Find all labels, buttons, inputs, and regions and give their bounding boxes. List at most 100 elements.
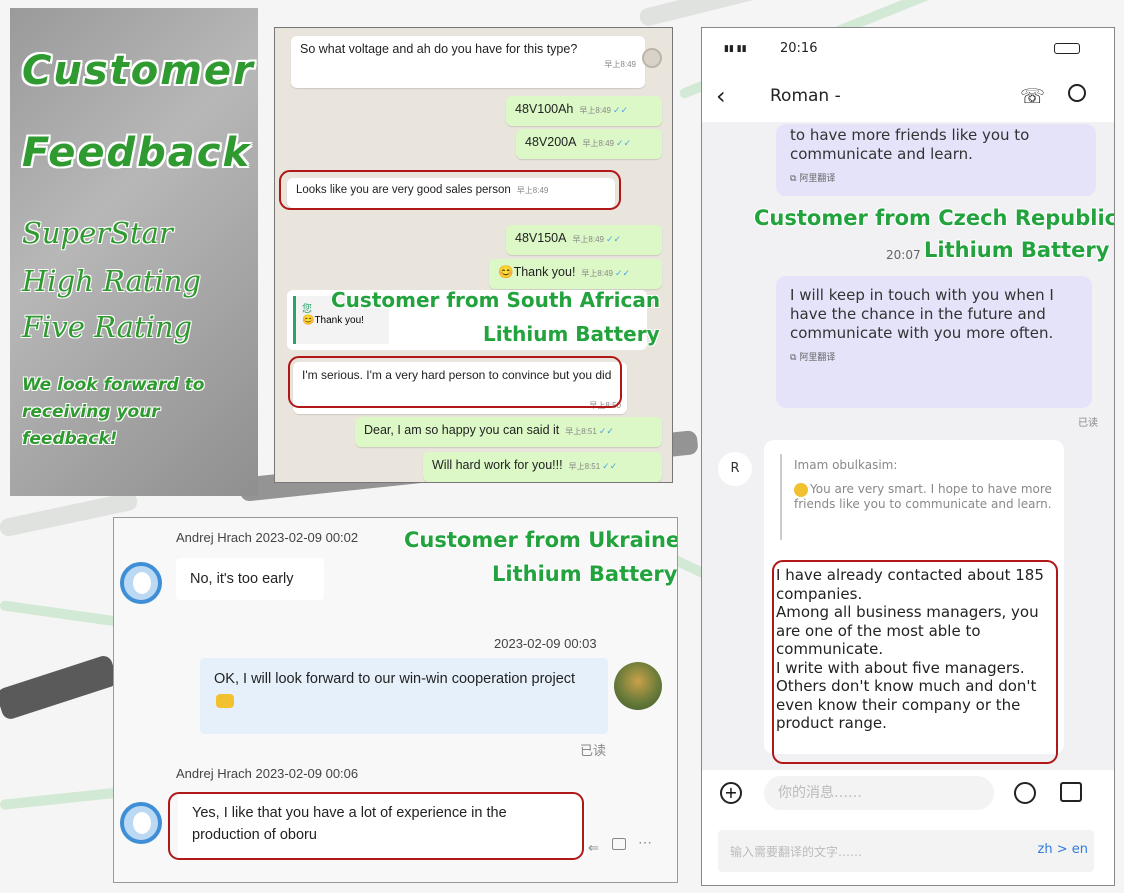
wa-message-in-1: So what voltage and ah do you have for t… (291, 36, 645, 88)
wa-message-time: 早上8:49 (581, 269, 613, 278)
message-text: OK, I will look forward to our win-win c… (214, 671, 576, 687)
translation-tag: ⧉ 阿里翻译 (790, 349, 1078, 368)
message-in-1: No, it's too early (176, 558, 324, 600)
caption-ukraine-line1: Customer from Ukraine (404, 528, 678, 552)
highlight-box (288, 356, 622, 408)
message-timestamp: 20:07 (886, 248, 921, 262)
phone-chat-panel: ▮▮ ▮▮ 20:16 ‹ Roman - ☏ to have more fri… (701, 27, 1115, 886)
wa-message-out-3: 48V200A 早上8:49 ✓✓ (516, 129, 662, 159)
promo-rating-3: Five Rating (22, 310, 193, 344)
smile-emoji-icon: 😊 (498, 265, 514, 279)
wa-message-time: 早上8:49 (579, 106, 611, 115)
quote-name: Imam obulkasim: (794, 458, 898, 472)
message-out-1: to have more friends like you to communi… (776, 124, 1096, 196)
reply-icon[interactable]: ⇐ (588, 840, 599, 856)
caption-south-africa-line1: Customer from South African (331, 288, 661, 312)
ukraine-chat-panel: Andrej Hrach 2023-02-09 00:02 Customer f… (113, 517, 678, 883)
status-time: 20:16 (780, 41, 818, 56)
wa-message-time: 早上8:49 (604, 60, 636, 69)
image-icon[interactable] (1060, 782, 1082, 802)
wa-message-out-6: 😊Thank you! 早上8:49 ✓✓ (489, 259, 662, 289)
wa-message-time: 早上8:51 (565, 427, 597, 436)
message-input[interactable]: 你的消息…… (764, 776, 994, 810)
promo-title-line1: Customer (22, 48, 255, 94)
wa-message-time: 早上8:49 (582, 139, 615, 148)
caption-south-africa-line2: Lithium Battery (483, 322, 660, 346)
promo-tagline-line2: receiving your (22, 402, 160, 422)
wa-message-text: 48V100Ah (515, 102, 574, 116)
chat-header: ‹ Roman - ☏ (702, 72, 1114, 122)
wa-message-time: 早上8:51 (568, 462, 601, 471)
read-ticks-icon: ✓✓ (606, 234, 622, 244)
profile-settings-icon[interactable] (1068, 84, 1086, 102)
more-options-icon[interactable]: ⋯ (638, 834, 652, 851)
caption-ukraine-line2: Lithium Battery (492, 562, 678, 586)
call-icon[interactable]: ☏ (1020, 84, 1045, 108)
add-icon[interactable]: + (720, 782, 742, 804)
message-text: I will keep in touch with you when I hav… (790, 286, 1054, 342)
wa-message-time: 早上8:49 (572, 235, 605, 244)
message-out-2: I will keep in touch with you when I hav… (776, 276, 1092, 408)
read-ticks-icon: ✓✓ (615, 268, 631, 278)
read-ticks-icon: ✓✓ (616, 138, 632, 148)
wa-message-out-5: 48V150A 早上8:49 ✓✓ (506, 225, 662, 255)
message-out-2: OK, I will look forward to our win-win c… (200, 658, 608, 734)
translate-input-bar[interactable]: 输入需要翻译的文字…… zh > en (718, 830, 1094, 872)
translate-icon: ⧉ (790, 174, 797, 184)
caption-czech-line2: Lithium Battery (924, 238, 1110, 262)
thinking-emoji-icon (794, 482, 808, 497)
language-pair-selector[interactable]: zh > en (1038, 842, 1088, 857)
contact-name: Roman - (770, 86, 841, 106)
promo-title-line2: Feedback (22, 130, 252, 176)
message-input-placeholder: 你的消息…… (778, 785, 862, 801)
highlight-box (168, 792, 584, 860)
promo-rating-1: SuperStar (22, 216, 173, 250)
highlight-box (772, 560, 1058, 764)
back-icon[interactable]: ‹ (716, 82, 726, 110)
wa-message-out-2: 48V100Ah 早上8:49 ✓✓ (506, 96, 662, 126)
quote-text: Thank you! (314, 315, 364, 326)
own-avatar[interactable] (614, 662, 662, 710)
translation-label: 阿里翻译 (799, 353, 836, 363)
caption-czech-line1: Customer from Czech Republic (754, 206, 1115, 230)
emoji-icon[interactable] (1014, 782, 1036, 804)
promo-tagline: We look forward to receiving your feedba… (22, 372, 252, 453)
wa-message-text: So what voltage and ah do you have for t… (300, 42, 578, 56)
message-timestamp: 2023-02-09 00:03 (494, 636, 597, 651)
message-text: to have more friends like you to communi… (790, 126, 1030, 163)
read-ticks-icon: ✓✓ (602, 461, 618, 471)
signal-icon: ▮▮ ▮▮ (724, 44, 747, 54)
wa-message-text: Dear, I am so happy you can said it (364, 423, 560, 437)
user-avatar[interactable] (120, 562, 162, 604)
wa-message-text: Will hard work for you!!! (432, 458, 563, 472)
sender-header-2: Andrej Hrach 2023-02-09 00:06 (176, 766, 359, 781)
wa-message-text: 48V150A (515, 231, 567, 245)
wa-message-text: Thank you! (513, 265, 576, 279)
smile-emoji-icon: 😊 (302, 315, 315, 326)
emoji-button[interactable] (642, 48, 662, 68)
wa-message-out-8: Dear, I am so happy you can said it 早上8:5… (355, 417, 662, 447)
comment-icon[interactable] (612, 838, 626, 850)
promo-rating-2: High Rating (22, 264, 201, 298)
composer: + 你的消息…… 输入需要翻译的文字…… zh > en (702, 770, 1114, 885)
battery-icon (1054, 43, 1080, 54)
highlight-box (279, 170, 621, 210)
translation-label: 阿里翻译 (799, 174, 836, 184)
translate-icon: ⧉ (790, 353, 797, 363)
read-status: 已读 (580, 743, 607, 758)
translation-tag: ⧉ 阿里翻译 (790, 170, 1082, 189)
status-bar: ▮▮ ▮▮ 20:16 (702, 28, 1114, 72)
handshake-emoji-icon (216, 694, 234, 709)
contact-avatar[interactable]: R (718, 452, 752, 486)
wa-message-out-9: Will hard work for you!!! 早上8:51 ✓✓ (423, 452, 662, 482)
promo-tagline-line3: feedback! (22, 429, 118, 449)
read-ticks-icon: ✓✓ (598, 426, 614, 436)
quote-text: You are very smart. I hope to have more … (794, 482, 1052, 511)
read-status: 已读 (1078, 418, 1098, 429)
translate-input-placeholder: 输入需要翻译的文字…… (730, 845, 863, 859)
user-avatar[interactable] (120, 802, 162, 844)
wa-message-text: 48V200A (525, 135, 577, 149)
sender-header-1: Andrej Hrach 2023-02-09 00:02 (176, 530, 359, 545)
whatsapp-chat-panel: So what voltage and ah do you have for t… (274, 27, 673, 483)
promo-tagline-line1: We look forward to (22, 375, 205, 395)
